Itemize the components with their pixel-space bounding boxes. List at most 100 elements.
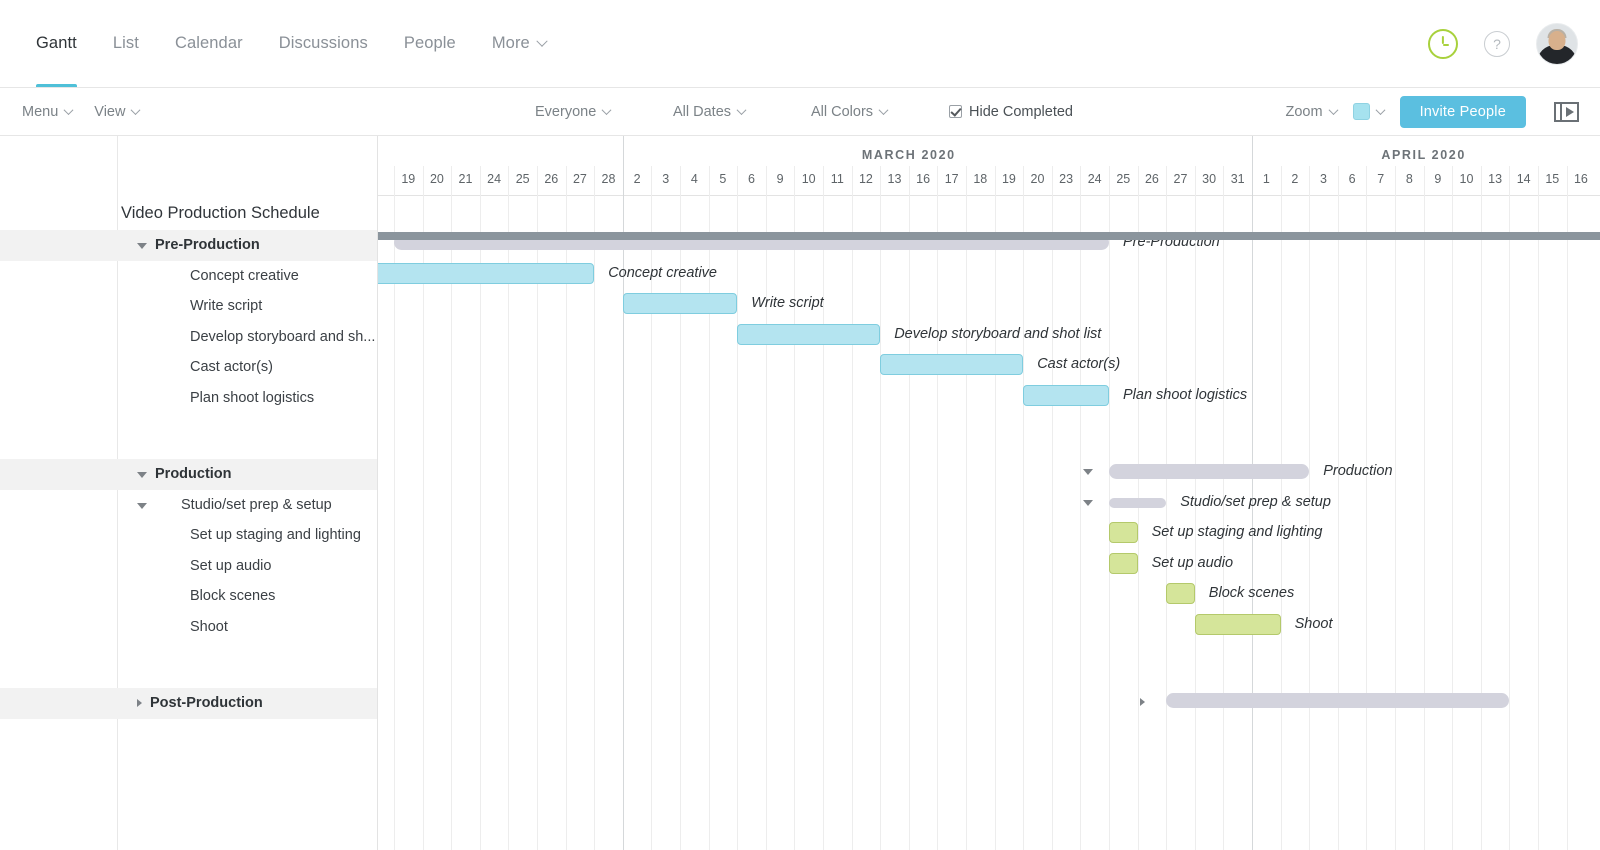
chevron-down-icon bbox=[878, 105, 889, 116]
help-icon[interactable]: ? bbox=[1484, 30, 1510, 57]
toolbar-left-group: Menu View bbox=[0, 103, 141, 120]
gantt-task-bar[interactable] bbox=[1109, 522, 1138, 543]
gantt-summary-bar[interactable] bbox=[1166, 693, 1510, 708]
tab-gantt[interactable]: Gantt bbox=[18, 0, 95, 87]
sidebar-item-set-up-audio[interactable]: Set up audio bbox=[0, 551, 377, 582]
gantt-bar-label: Plan shoot logistics bbox=[1123, 386, 1248, 403]
day-tick-label: 6 bbox=[748, 172, 755, 186]
gantt-bar-label: Concept creative bbox=[608, 264, 717, 281]
view-dropdown[interactable]: View bbox=[94, 103, 141, 120]
day-tick-label: 13 bbox=[887, 172, 902, 186]
gantt-summary-bar[interactable] bbox=[1109, 464, 1310, 479]
collapse-triangle-icon[interactable] bbox=[1083, 469, 1093, 475]
expand-triangle-icon[interactable] bbox=[1140, 698, 1146, 706]
gantt-task-bar[interactable] bbox=[622, 293, 738, 314]
gantt-summary-bar[interactable] bbox=[1109, 497, 1167, 508]
hide-completed-label: Hide Completed bbox=[969, 103, 1073, 120]
sidebar-item-set-up-staging[interactable]: Set up staging and lighting bbox=[0, 520, 377, 551]
tab-people[interactable]: People bbox=[386, 0, 474, 87]
all-colors-label: All Colors bbox=[811, 103, 874, 120]
tab-more-label: More bbox=[491, 34, 530, 52]
play-triangle-icon bbox=[1566, 106, 1574, 117]
gantt-task-bar[interactable] bbox=[378, 262, 595, 284]
collapse-triangle-icon[interactable] bbox=[137, 472, 147, 479]
gantt-task-bar[interactable] bbox=[1166, 583, 1195, 604]
sidebar-item-shoot[interactable]: Shoot bbox=[0, 612, 377, 643]
menu-dropdown[interactable]: Menu bbox=[22, 104, 74, 120]
sidebar-item-cast-actors[interactable]: Cast actor(s) bbox=[0, 352, 377, 383]
day-separator bbox=[622, 136, 624, 196]
gantt-bar-label: Set up staging and lighting bbox=[1151, 524, 1323, 540]
sidebar-item-studio-set-prep[interactable]: Studio/set prep & setup bbox=[0, 490, 377, 521]
sidebar-item-pre-production[interactable]: Pre-Production bbox=[0, 230, 377, 261]
day-tick-label: 18 bbox=[973, 172, 988, 186]
everyone-label: Everyone bbox=[535, 103, 597, 120]
sidebar-item-post-production[interactable]: Post-Production bbox=[0, 688, 377, 719]
color-picker-dropdown[interactable] bbox=[1352, 103, 1386, 120]
gantt-bar-label: Set up audio bbox=[1151, 554, 1234, 571]
day-tick-label: 19 bbox=[1001, 172, 1016, 186]
day-tick-label: 15 bbox=[1545, 172, 1560, 186]
page-title: Video Production Schedule bbox=[121, 203, 320, 222]
tab-calendar[interactable]: Calendar bbox=[157, 0, 261, 87]
sidebar-item-block-scenes[interactable]: Block scenes bbox=[0, 581, 377, 612]
collapse-triangle-icon[interactable] bbox=[137, 502, 147, 509]
avatar[interactable] bbox=[1536, 22, 1578, 65]
day-tick-label: 24 bbox=[1087, 172, 1102, 186]
day-tick-label: 9 bbox=[1434, 172, 1442, 186]
timer-clock-icon[interactable] bbox=[1428, 28, 1458, 59]
gantt-view: Video Production Schedule Pre-Production… bbox=[0, 136, 1600, 850]
sidebar-item-label: Shoot bbox=[190, 618, 228, 635]
color-swatch[interactable] bbox=[1352, 103, 1370, 120]
day-tick-label: 19 bbox=[401, 172, 416, 186]
sidebar-item-concept-creative[interactable]: Concept creative bbox=[0, 261, 377, 292]
day-tick-label: 14 bbox=[1516, 172, 1531, 186]
everyone-filter-dropdown[interactable]: Everyone bbox=[535, 103, 612, 120]
day-tick-label: 23 bbox=[1059, 172, 1074, 186]
tab-list-label: List bbox=[112, 34, 139, 52]
sidebar-item-plan-shoot-logistics[interactable]: Plan shoot logistics bbox=[0, 383, 377, 414]
zoom-label: Zoom bbox=[1285, 103, 1323, 120]
tab-list[interactable]: List bbox=[95, 0, 157, 87]
hide-completed-toggle[interactable]: Hide Completed bbox=[949, 104, 1073, 120]
gantt-bar-label: Write script bbox=[751, 295, 824, 311]
tab-calendar-label: Calendar bbox=[174, 34, 243, 52]
hide-completed-checkbox[interactable] bbox=[949, 105, 962, 118]
gantt-toolbar: Menu View Everyone All Dates All Colors bbox=[0, 88, 1600, 136]
sidebar-item-write-script[interactable]: Write script bbox=[0, 291, 377, 322]
gantt-bar-label: Production bbox=[1323, 463, 1393, 479]
horizontal-scrollbar[interactable] bbox=[378, 232, 1600, 240]
gantt-task-bar[interactable] bbox=[1023, 384, 1109, 406]
sidebar-item-label: Cast actor(s) bbox=[190, 359, 273, 376]
all-dates-slot: All Dates bbox=[673, 104, 811, 120]
collapse-triangle-icon[interactable] bbox=[1083, 499, 1093, 506]
tab-discussions-label: Discussions bbox=[278, 34, 368, 52]
video-player-icon[interactable] bbox=[1554, 100, 1580, 124]
all-colors-filter-dropdown[interactable]: All Colors bbox=[811, 103, 889, 120]
chevron-down-icon bbox=[63, 105, 74, 116]
all-dates-label: All Dates bbox=[673, 103, 732, 120]
day-tick-label: 20 bbox=[1030, 172, 1045, 186]
tab-more[interactable]: More bbox=[474, 0, 564, 87]
gantt-task-bar[interactable] bbox=[737, 323, 881, 345]
collapse-triangle-icon[interactable] bbox=[137, 243, 147, 250]
gantt-chart-area[interactable]: 19 20 21 24 25 26 27 28 2 3 4 5 6 9 10 11 12 13 16 17 18 19 20… bbox=[378, 136, 1600, 850]
gantt-task-bar[interactable] bbox=[880, 354, 1024, 375]
day-tick-label: 20 bbox=[429, 172, 444, 186]
zoom-dropdown[interactable]: Zoom bbox=[1285, 103, 1339, 120]
sidebar-item-production[interactable]: Production bbox=[0, 459, 377, 490]
day-tick-label: 2 bbox=[633, 172, 641, 186]
gantt-task-bar[interactable] bbox=[1194, 613, 1281, 635]
tab-discussions[interactable]: Discussions bbox=[261, 0, 386, 87]
month-label: MARCH 2020 bbox=[861, 148, 956, 162]
day-tick-label: 27 bbox=[572, 172, 587, 186]
invite-people-button[interactable]: Invite People bbox=[1399, 95, 1526, 128]
chevron-down-icon bbox=[1375, 105, 1386, 116]
day-tick-label: 13 bbox=[1488, 172, 1503, 186]
gantt-bar-label: Cast actor(s) bbox=[1037, 356, 1121, 372]
gantt-task-bar[interactable] bbox=[1109, 552, 1138, 574]
view-label: View bbox=[94, 103, 126, 120]
sidebar-item-develop-storyboard[interactable]: Develop storyboard and sh... bbox=[0, 322, 377, 353]
all-dates-filter-dropdown[interactable]: All Dates bbox=[673, 103, 747, 120]
expand-triangle-icon[interactable] bbox=[137, 699, 142, 708]
